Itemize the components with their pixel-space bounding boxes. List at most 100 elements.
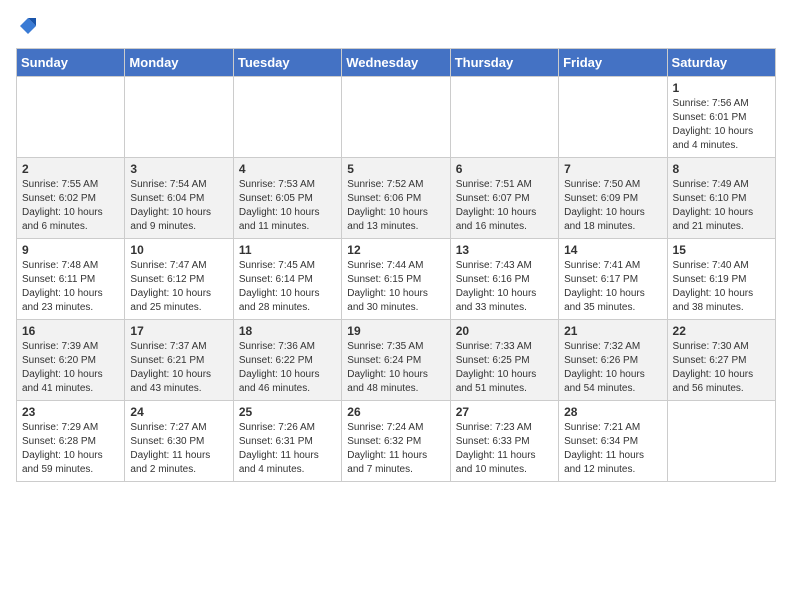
calendar-cell: 24 Sunrise: 7:27 AM Sunset: 6:30 PM Dayli… [125, 401, 233, 482]
day-number: 12 [347, 243, 444, 257]
column-header-sunday: Sunday [17, 49, 125, 77]
logo-icon [18, 16, 38, 36]
day-info: Sunrise: 7:50 AM Sunset: 6:09 PM Dayligh… [564, 178, 661, 234]
calendar-cell [233, 77, 341, 158]
calendar-cell: 20 Sunrise: 7:33 AM Sunset: 6:25 PM Dayli… [450, 320, 558, 401]
calendar-week-row: 9 Sunrise: 7:48 AM Sunset: 6:11 PM Daylig… [17, 239, 776, 320]
calendar-cell [667, 401, 775, 482]
calendar-cell: 28 Sunrise: 7:21 AM Sunset: 6:34 PM Dayli… [559, 401, 667, 482]
calendar-cell: 3 Sunrise: 7:54 AM Sunset: 6:04 PM Daylig… [125, 158, 233, 239]
day-info: Sunrise: 7:53 AM Sunset: 6:05 PM Dayligh… [239, 178, 336, 234]
calendar-cell [450, 77, 558, 158]
day-number: 13 [456, 243, 553, 257]
day-number: 2 [22, 162, 119, 176]
calendar-cell: 16 Sunrise: 7:39 AM Sunset: 6:20 PM Dayli… [17, 320, 125, 401]
calendar-cell [125, 77, 233, 158]
day-info: Sunrise: 7:49 AM Sunset: 6:10 PM Dayligh… [673, 178, 770, 234]
page-header [16, 16, 776, 40]
calendar-cell: 2 Sunrise: 7:55 AM Sunset: 6:02 PM Daylig… [17, 158, 125, 239]
day-number: 14 [564, 243, 661, 257]
calendar-cell [17, 77, 125, 158]
calendar-cell: 12 Sunrise: 7:44 AM Sunset: 6:15 PM Dayli… [342, 239, 450, 320]
day-number: 27 [456, 405, 553, 419]
calendar-cell: 4 Sunrise: 7:53 AM Sunset: 6:05 PM Daylig… [233, 158, 341, 239]
day-info: Sunrise: 7:43 AM Sunset: 6:16 PM Dayligh… [456, 259, 553, 315]
day-number: 25 [239, 405, 336, 419]
day-number: 22 [673, 324, 770, 338]
calendar-cell: 21 Sunrise: 7:32 AM Sunset: 6:26 PM Dayli… [559, 320, 667, 401]
calendar-cell: 25 Sunrise: 7:26 AM Sunset: 6:31 PM Dayli… [233, 401, 341, 482]
column-header-monday: Monday [125, 49, 233, 77]
day-info: Sunrise: 7:33 AM Sunset: 6:25 PM Dayligh… [456, 340, 553, 396]
day-info: Sunrise: 7:24 AM Sunset: 6:32 PM Dayligh… [347, 421, 444, 477]
day-info: Sunrise: 7:55 AM Sunset: 6:02 PM Dayligh… [22, 178, 119, 234]
day-info: Sunrise: 7:26 AM Sunset: 6:31 PM Dayligh… [239, 421, 336, 477]
day-number: 15 [673, 243, 770, 257]
day-info: Sunrise: 7:51 AM Sunset: 6:07 PM Dayligh… [456, 178, 553, 234]
day-info: Sunrise: 7:35 AM Sunset: 6:24 PM Dayligh… [347, 340, 444, 396]
day-info: Sunrise: 7:29 AM Sunset: 6:28 PM Dayligh… [22, 421, 119, 477]
calendar-cell: 18 Sunrise: 7:36 AM Sunset: 6:22 PM Dayli… [233, 320, 341, 401]
day-number: 28 [564, 405, 661, 419]
column-header-wednesday: Wednesday [342, 49, 450, 77]
day-number: 16 [22, 324, 119, 338]
day-number: 20 [456, 324, 553, 338]
calendar-table: SundayMondayTuesdayWednesdayThursdayFrid… [16, 48, 776, 482]
day-number: 3 [130, 162, 227, 176]
column-header-thursday: Thursday [450, 49, 558, 77]
day-info: Sunrise: 7:39 AM Sunset: 6:20 PM Dayligh… [22, 340, 119, 396]
day-number: 24 [130, 405, 227, 419]
calendar-cell: 14 Sunrise: 7:41 AM Sunset: 6:17 PM Dayli… [559, 239, 667, 320]
day-info: Sunrise: 7:47 AM Sunset: 6:12 PM Dayligh… [130, 259, 227, 315]
day-info: Sunrise: 7:40 AM Sunset: 6:19 PM Dayligh… [673, 259, 770, 315]
calendar-cell [559, 77, 667, 158]
day-number: 4 [239, 162, 336, 176]
calendar-cell: 7 Sunrise: 7:50 AM Sunset: 6:09 PM Daylig… [559, 158, 667, 239]
calendar-cell [342, 77, 450, 158]
day-number: 8 [673, 162, 770, 176]
day-info: Sunrise: 7:37 AM Sunset: 6:21 PM Dayligh… [130, 340, 227, 396]
day-number: 21 [564, 324, 661, 338]
day-number: 6 [456, 162, 553, 176]
calendar-cell: 1Sunrise: 7:56 AM Sunset: 6:01 PM Daylig… [667, 77, 775, 158]
calendar-cell: 17 Sunrise: 7:37 AM Sunset: 6:21 PM Dayli… [125, 320, 233, 401]
day-info: Sunrise: 7:48 AM Sunset: 6:11 PM Dayligh… [22, 259, 119, 315]
calendar-week-row: 23 Sunrise: 7:29 AM Sunset: 6:28 PM Dayli… [17, 401, 776, 482]
day-number: 11 [239, 243, 336, 257]
calendar-cell: 8 Sunrise: 7:49 AM Sunset: 6:10 PM Daylig… [667, 158, 775, 239]
day-number: 1 [673, 81, 770, 95]
day-info: Sunrise: 7:23 AM Sunset: 6:33 PM Dayligh… [456, 421, 553, 477]
calendar-cell: 11Sunrise: 7:45 AM Sunset: 6:14 PM Dayli… [233, 239, 341, 320]
day-info: Sunrise: 7:32 AM Sunset: 6:26 PM Dayligh… [564, 340, 661, 396]
day-number: 19 [347, 324, 444, 338]
calendar-cell: 15 Sunrise: 7:40 AM Sunset: 6:19 PM Dayli… [667, 239, 775, 320]
day-number: 17 [130, 324, 227, 338]
day-info: Sunrise: 7:36 AM Sunset: 6:22 PM Dayligh… [239, 340, 336, 396]
day-number: 9 [22, 243, 119, 257]
day-number: 10 [130, 243, 227, 257]
day-number: 7 [564, 162, 661, 176]
day-info: Sunrise: 7:30 AM Sunset: 6:27 PM Dayligh… [673, 340, 770, 396]
column-header-saturday: Saturday [667, 49, 775, 77]
day-number: 23 [22, 405, 119, 419]
day-info: Sunrise: 7:54 AM Sunset: 6:04 PM Dayligh… [130, 178, 227, 234]
day-info: Sunrise: 7:44 AM Sunset: 6:15 PM Dayligh… [347, 259, 444, 315]
calendar-cell: 22 Sunrise: 7:30 AM Sunset: 6:27 PM Dayli… [667, 320, 775, 401]
calendar-cell: 5 Sunrise: 7:52 AM Sunset: 6:06 PM Daylig… [342, 158, 450, 239]
calendar-week-row: 2 Sunrise: 7:55 AM Sunset: 6:02 PM Daylig… [17, 158, 776, 239]
column-header-friday: Friday [559, 49, 667, 77]
calendar-cell: 9 Sunrise: 7:48 AM Sunset: 6:11 PM Daylig… [17, 239, 125, 320]
calendar-cell: 10 Sunrise: 7:47 AM Sunset: 6:12 PM Dayli… [125, 239, 233, 320]
calendar-week-row: 16 Sunrise: 7:39 AM Sunset: 6:20 PM Dayli… [17, 320, 776, 401]
day-number: 18 [239, 324, 336, 338]
calendar-cell: 26 Sunrise: 7:24 AM Sunset: 6:32 PM Dayli… [342, 401, 450, 482]
calendar-cell: 27 Sunrise: 7:23 AM Sunset: 6:33 PM Dayli… [450, 401, 558, 482]
day-number: 26 [347, 405, 444, 419]
day-info: Sunrise: 7:27 AM Sunset: 6:30 PM Dayligh… [130, 421, 227, 477]
day-info: Sunrise: 7:41 AM Sunset: 6:17 PM Dayligh… [564, 259, 661, 315]
day-number: 5 [347, 162, 444, 176]
calendar-week-row: 1Sunrise: 7:56 AM Sunset: 6:01 PM Daylig… [17, 77, 776, 158]
day-info: Sunrise: 7:21 AM Sunset: 6:34 PM Dayligh… [564, 421, 661, 477]
day-info: Sunrise: 7:52 AM Sunset: 6:06 PM Dayligh… [347, 178, 444, 234]
calendar-cell: 13 Sunrise: 7:43 AM Sunset: 6:16 PM Dayli… [450, 239, 558, 320]
